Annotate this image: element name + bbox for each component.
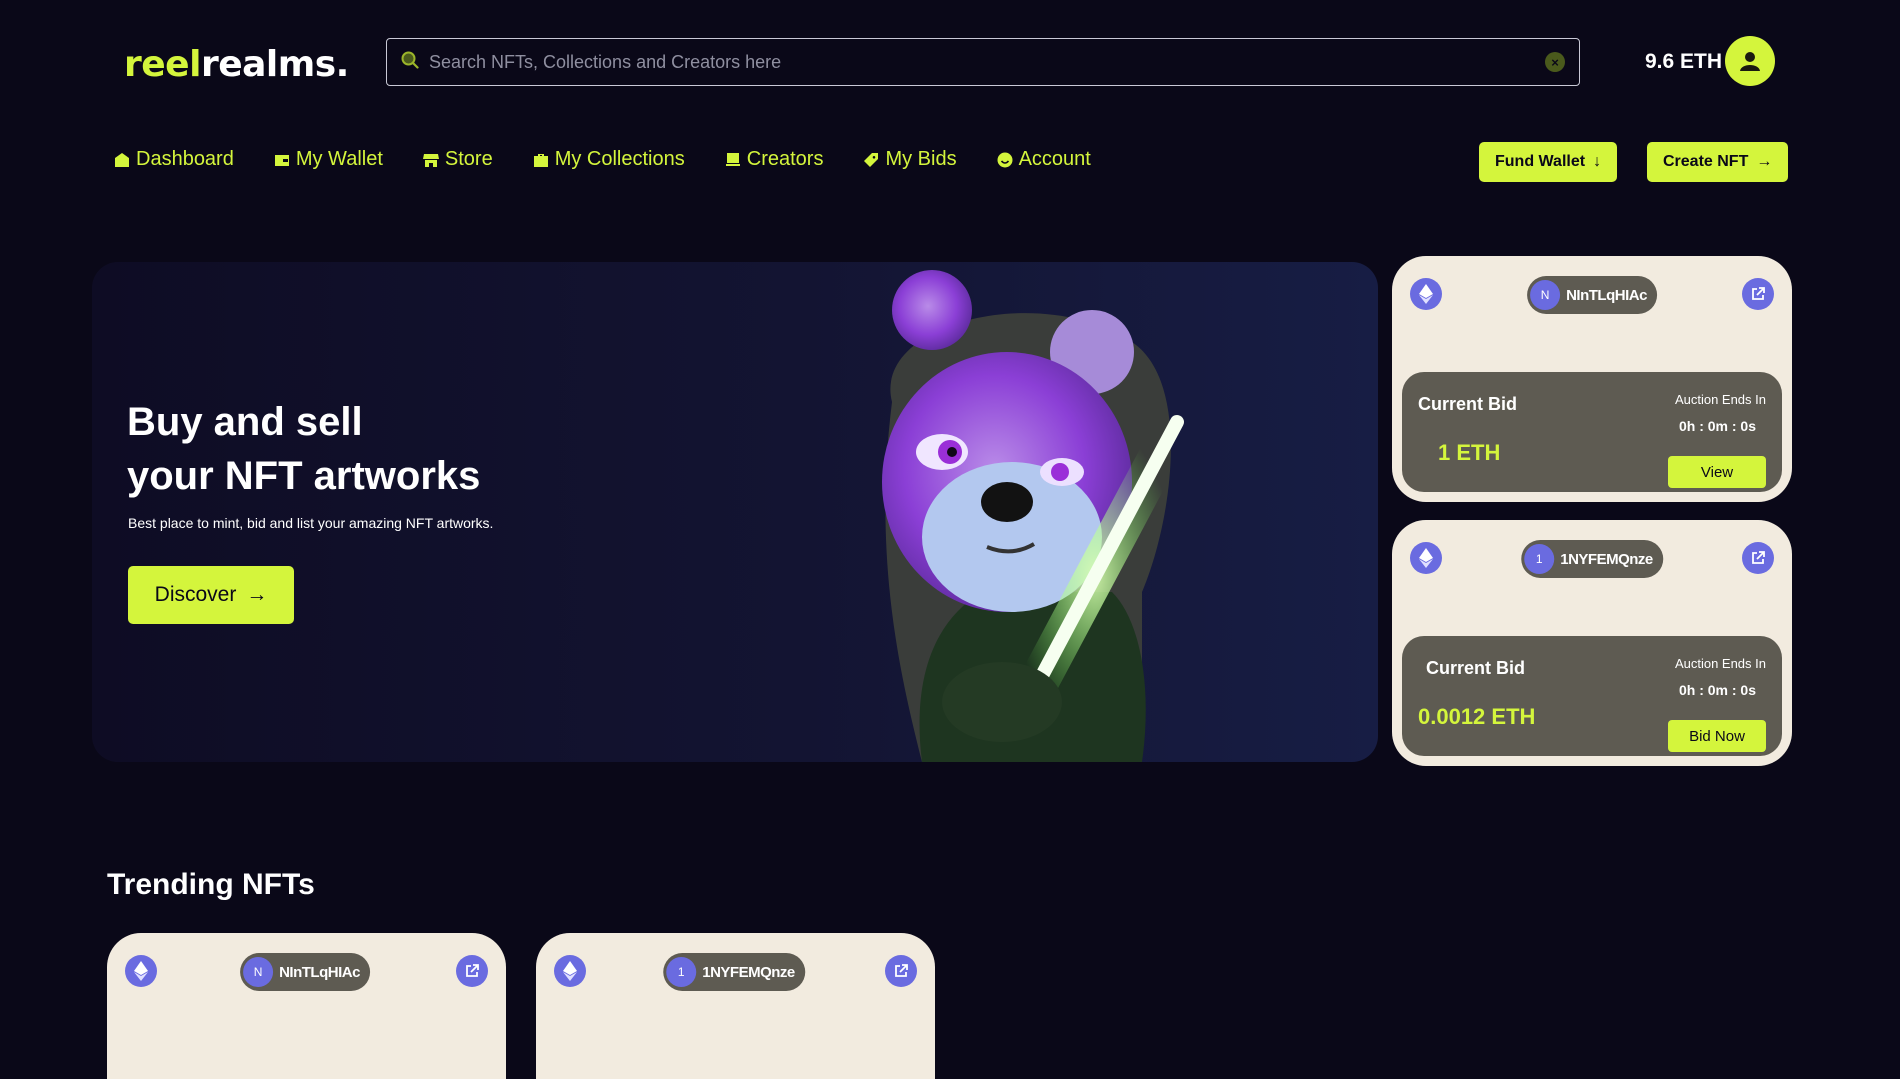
home-icon: [115, 152, 129, 167]
creator-chip[interactable]: N NInTLqHIAc: [240, 953, 370, 991]
nav-label: My Collections: [554, 148, 685, 170]
creator-chip[interactable]: 1 1NYFEMQnze: [1521, 540, 1663, 578]
hero-title-line-2: your NFT artworks: [127, 454, 481, 498]
smile-icon: [997, 152, 1013, 167]
auction-timer: 0h : 0m : 0s: [1678, 682, 1756, 698]
arrow-right-icon: →: [1756, 153, 1773, 170]
nav-label: Store: [444, 148, 493, 170]
creator-avatar: 1: [1524, 544, 1555, 574]
auction-ends-label: Auction Ends In: [1674, 392, 1766, 407]
external-link-icon[interactable]: [885, 955, 917, 987]
trending-nft-card[interactable]: N NInTLqHIAc: [107, 933, 506, 1079]
nav-label: My Bids: [885, 148, 957, 170]
wallet-balance: 9.6 ETH: [1645, 50, 1723, 73]
current-bid-label: Current Bid: [1426, 658, 1525, 678]
search-icon: [401, 51, 419, 74]
auction-ends-label: Auction Ends In: [1674, 656, 1766, 671]
creator-chip[interactable]: 1 1NYFEMQnze: [663, 953, 805, 991]
easel-icon: [725, 152, 740, 166]
creator-chip[interactable]: N NInTLqHIAc: [1527, 276, 1657, 314]
fund-wallet-button[interactable]: Fund Wallet ↓: [1479, 142, 1618, 182]
creator-name: NInTLqHIAc: [279, 963, 360, 981]
hero-subtitle: Best place to mint, bid and list your am…: [128, 515, 494, 531]
bid-panel: Current Bid 1 ETH Auction Ends In 0h : 0…: [1402, 372, 1782, 492]
hero-title-line-1: Buy and sell: [127, 400, 363, 444]
nav-my-collections[interactable]: My Collections: [533, 148, 685, 171]
fund-wallet-label: Fund Wallet: [1495, 153, 1586, 170]
logo-part-realms: realms.: [200, 44, 349, 85]
store-icon: [422, 153, 439, 167]
nav-dashboard[interactable]: Dashboard: [114, 148, 234, 171]
ethereum-icon: [554, 955, 586, 987]
external-link-icon[interactable]: [1742, 278, 1774, 310]
arrow-right-icon: →: [246, 583, 268, 606]
auction-card[interactable]: N NInTLqHIAc Current Bid 1 ETH Auction E…: [1392, 256, 1792, 502]
section-title-trending: Trending NFTs: [107, 868, 315, 901]
ethereum-icon: [125, 955, 157, 987]
creator-avatar: N: [1530, 280, 1561, 310]
nav-store[interactable]: Store: [422, 148, 493, 171]
briefcase-icon: [533, 153, 548, 167]
creator-name: 1NYFEMQnze: [702, 963, 795, 981]
main-nav: Dashboard My Wallet Store My Collections…: [114, 148, 1091, 171]
bid-panel: Current Bid 0.0012 ETH Auction Ends In 0…: [1402, 636, 1782, 756]
nav-label: Dashboard: [136, 148, 234, 170]
view-button[interactable]: View: [1668, 456, 1766, 488]
creator-avatar: N: [243, 957, 274, 987]
search-bar: ×: [386, 38, 1580, 86]
creator-avatar: 1: [666, 957, 697, 987]
create-nft-button[interactable]: Create NFT →: [1647, 142, 1789, 182]
nav-my-wallet[interactable]: My Wallet: [274, 148, 383, 171]
ethereum-icon: [1410, 542, 1442, 574]
nav-account[interactable]: Account: [997, 148, 1091, 171]
clear-search-icon[interactable]: ×: [1545, 52, 1565, 72]
nav-creators[interactable]: Creators: [725, 148, 824, 171]
hero-banner: Buy and sell your NFT artworks Best plac…: [92, 262, 1378, 762]
auction-timer: 0h : 0m : 0s: [1678, 418, 1756, 434]
arrow-down-icon: ↓: [1593, 153, 1602, 170]
discover-button[interactable]: Discover →: [128, 566, 294, 624]
auction-card[interactable]: 1 1NYFEMQnze Current Bid 0.0012 ETH Auct…: [1392, 520, 1792, 766]
creator-name: NInTLqHIAc: [1566, 286, 1647, 304]
bid-amount: 1 ETH: [1438, 440, 1501, 465]
hero-title: Buy and sell your NFT artworks: [127, 395, 480, 503]
tag-icon: [864, 152, 879, 167]
bid-now-button[interactable]: Bid Now: [1668, 720, 1766, 752]
nav-label: Account: [1018, 148, 1091, 170]
create-nft-label: Create NFT: [1663, 153, 1749, 170]
current-bid-label: Current Bid: [1418, 394, 1517, 414]
nav-label: My Wallet: [295, 148, 383, 170]
user-icon: [1740, 52, 1760, 71]
user-avatar[interactable]: [1725, 36, 1775, 86]
logo-part-reel: reel: [124, 44, 201, 85]
wallet-icon: [274, 154, 289, 166]
nav-my-bids[interactable]: My Bids: [863, 148, 957, 171]
hero-bear-artwork: [882, 270, 1197, 762]
external-link-icon[interactable]: [456, 955, 488, 987]
discover-label: Discover: [154, 583, 237, 606]
creator-name: 1NYFEMQnze: [1560, 550, 1653, 568]
ethereum-icon: [1410, 278, 1442, 310]
trending-nft-card[interactable]: 1 1NYFEMQnze: [536, 933, 935, 1079]
nav-label: Creators: [746, 148, 824, 170]
external-link-icon[interactable]: [1742, 542, 1774, 574]
app-logo[interactable]: reelrealms.: [124, 44, 349, 85]
bid-amount: 0.0012 ETH: [1418, 704, 1536, 729]
search-input[interactable]: [429, 51, 1535, 73]
